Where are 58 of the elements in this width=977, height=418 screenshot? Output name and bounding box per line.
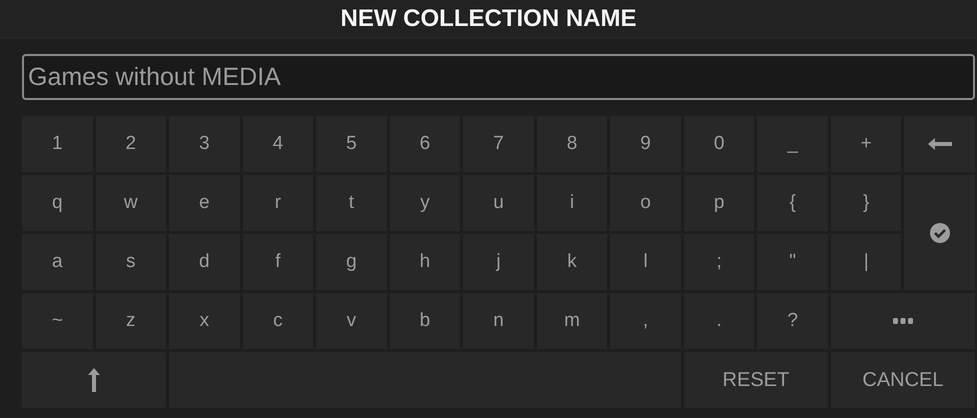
key[interactable]: } bbox=[830, 175, 902, 231]
key[interactable]: . bbox=[684, 293, 754, 349]
action-key[interactable]: RESET bbox=[684, 352, 828, 408]
key[interactable]: c bbox=[242, 293, 314, 349]
key[interactable]: j bbox=[463, 234, 534, 290]
key[interactable]: p bbox=[684, 175, 754, 231]
key[interactable]: d bbox=[169, 234, 240, 290]
key[interactable]: , bbox=[610, 293, 681, 349]
key[interactable]: a bbox=[22, 234, 93, 290]
key[interactable]: i bbox=[536, 175, 608, 231]
key[interactable]: u bbox=[463, 175, 534, 231]
key[interactable]: f bbox=[242, 234, 314, 290]
key[interactable]: ? bbox=[757, 293, 828, 349]
key[interactable]: g bbox=[316, 234, 387, 290]
key[interactable]: 7 bbox=[463, 116, 534, 172]
key[interactable]: _ bbox=[757, 116, 828, 172]
action-key[interactable]: CANCEL bbox=[830, 352, 975, 408]
key[interactable]: | bbox=[830, 234, 902, 290]
key[interactable]: t bbox=[316, 175, 387, 231]
key[interactable]: { bbox=[757, 175, 828, 231]
key[interactable]: " bbox=[757, 234, 828, 290]
shift-key[interactable] bbox=[22, 352, 166, 408]
key[interactable]: w bbox=[96, 175, 166, 231]
check-circle-icon bbox=[930, 222, 950, 242]
dialog-title: NEW COLLECTION NAME bbox=[340, 4, 636, 32]
key[interactable]: e bbox=[169, 175, 240, 231]
key[interactable]: ; bbox=[684, 234, 754, 290]
dots-icon bbox=[892, 318, 913, 324]
key[interactable]: 1 bbox=[22, 116, 93, 172]
key[interactable]: y bbox=[390, 175, 460, 231]
key[interactable]: o bbox=[610, 175, 681, 231]
name-field[interactable]: Games without MEDIA bbox=[22, 54, 975, 100]
key[interactable]: k bbox=[536, 234, 608, 290]
key[interactable]: x bbox=[169, 293, 240, 349]
key[interactable]: h bbox=[390, 234, 460, 290]
enter-key[interactable] bbox=[904, 175, 975, 290]
key[interactable]: ~ bbox=[22, 293, 93, 349]
left-arrow-icon bbox=[928, 138, 952, 150]
key[interactable]: n bbox=[463, 293, 534, 349]
key[interactable]: b bbox=[390, 293, 460, 349]
backspace-key[interactable] bbox=[904, 116, 975, 172]
key[interactable]: 8 bbox=[536, 116, 608, 172]
key[interactable]: r bbox=[242, 175, 314, 231]
key[interactable]: s bbox=[96, 234, 166, 290]
up-arrow-icon bbox=[88, 368, 100, 392]
key[interactable]: 5 bbox=[316, 116, 387, 172]
key[interactable]: 2 bbox=[96, 116, 166, 172]
key[interactable]: z bbox=[96, 293, 166, 349]
key[interactable]: 9 bbox=[610, 116, 681, 172]
key[interactable]: 4 bbox=[242, 116, 314, 172]
key[interactable]: 3 bbox=[169, 116, 240, 172]
key[interactable]: l bbox=[610, 234, 681, 290]
key[interactable]: v bbox=[316, 293, 387, 349]
key[interactable]: 6 bbox=[390, 116, 460, 172]
key[interactable]: m bbox=[536, 293, 608, 349]
key[interactable]: q bbox=[22, 175, 93, 231]
key[interactable]: + bbox=[830, 116, 902, 172]
key[interactable]: 0 bbox=[684, 116, 754, 172]
